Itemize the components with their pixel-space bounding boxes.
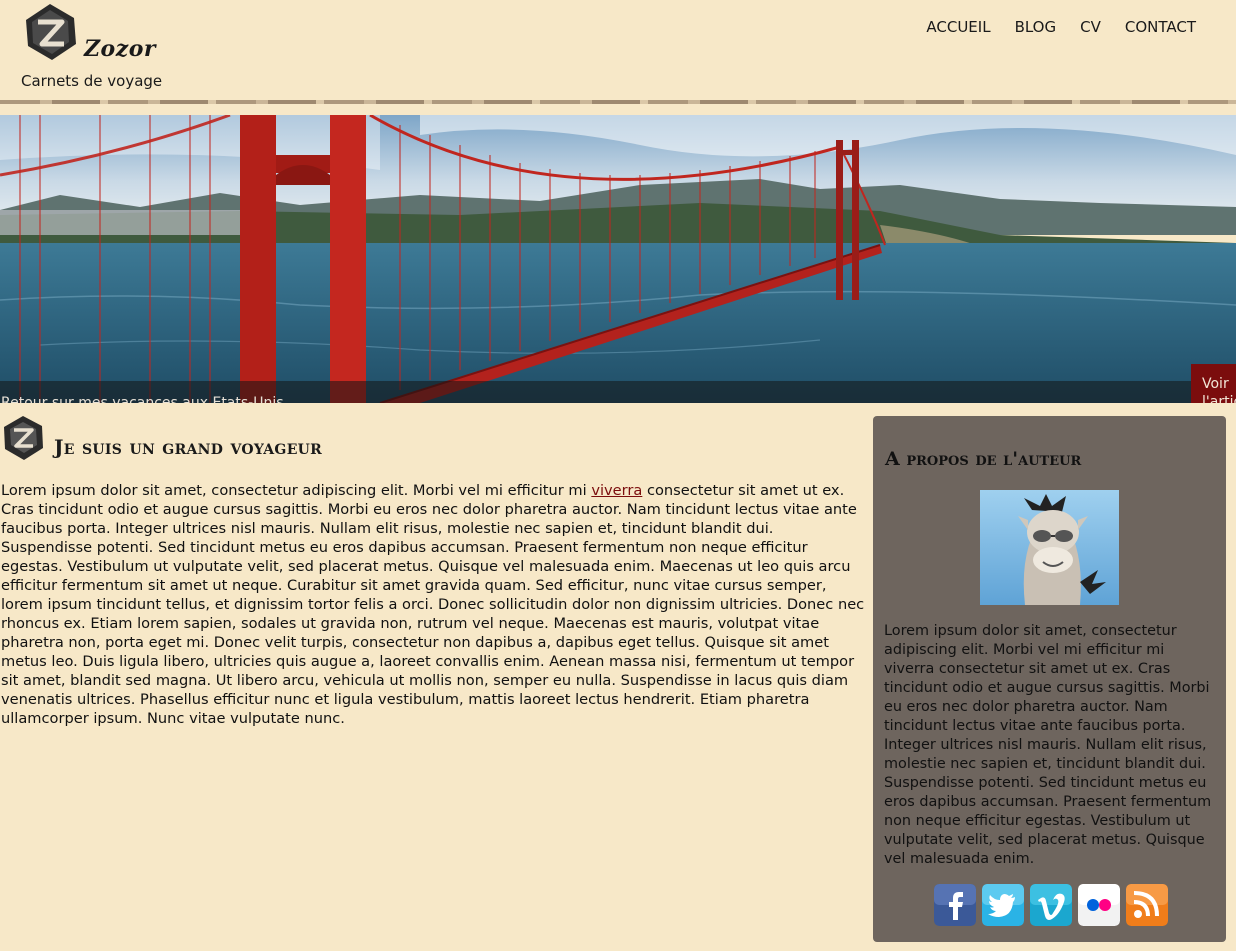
- article-text: consectetur sit amet ut ex. Cras tincidu…: [1, 482, 865, 727]
- zozor-logo-icon[interactable]: [20, 2, 80, 62]
- author-sidebar: A propos de l'auteur Lorem ipsum dolor s…: [873, 416, 1226, 942]
- view-article-button[interactable]: Voir l'article: [1191, 364, 1236, 403]
- nav-item-blog[interactable]: BLOG: [1015, 18, 1057, 36]
- facebook-icon[interactable]: [934, 884, 976, 926]
- social-links: [934, 884, 1168, 926]
- article-title: Je suis un grand voyageur: [54, 435, 323, 459]
- site-tagline: Carnets de voyage: [21, 72, 163, 90]
- hero-banner: Retour sur mes vacances aux Etats-Unis V…: [0, 115, 1236, 403]
- article-text: Lorem ipsum dolor sit amet, consectetur …: [1, 482, 592, 499]
- zozor-logo-icon: [1, 415, 45, 461]
- rss-icon[interactable]: [1126, 884, 1168, 926]
- golden-gate-bridge-image: [0, 115, 1236, 403]
- sidebar-text: Lorem ipsum dolor sit amet, consectetur …: [884, 623, 1212, 867]
- main-nav: ACCUEIL BLOG CV CONTACT: [926, 18, 1196, 36]
- sidebar-title: A propos de l'auteur: [885, 448, 1082, 470]
- nav-item-contact[interactable]: CONTACT: [1125, 18, 1196, 36]
- article-body: Lorem ipsum dolor sit amet, consectetur …: [1, 481, 869, 728]
- header-divider: [0, 100, 1236, 104]
- vimeo-icon[interactable]: [1030, 884, 1072, 926]
- banner-caption: Retour sur mes vacances aux Etats-Unis: [1, 395, 284, 403]
- logo-text: Zozor: [84, 36, 156, 62]
- flickr-icon[interactable]: [1078, 884, 1120, 926]
- nav-item-cv[interactable]: CV: [1080, 18, 1101, 36]
- twitter-icon[interactable]: [982, 884, 1024, 926]
- site-header: Zozor Carnets de voyage ACCUEIL BLOG CV …: [0, 0, 1236, 115]
- article-link[interactable]: viverra: [591, 482, 642, 499]
- author-avatar: [980, 490, 1119, 605]
- nav-item-accueil[interactable]: ACCUEIL: [926, 18, 990, 36]
